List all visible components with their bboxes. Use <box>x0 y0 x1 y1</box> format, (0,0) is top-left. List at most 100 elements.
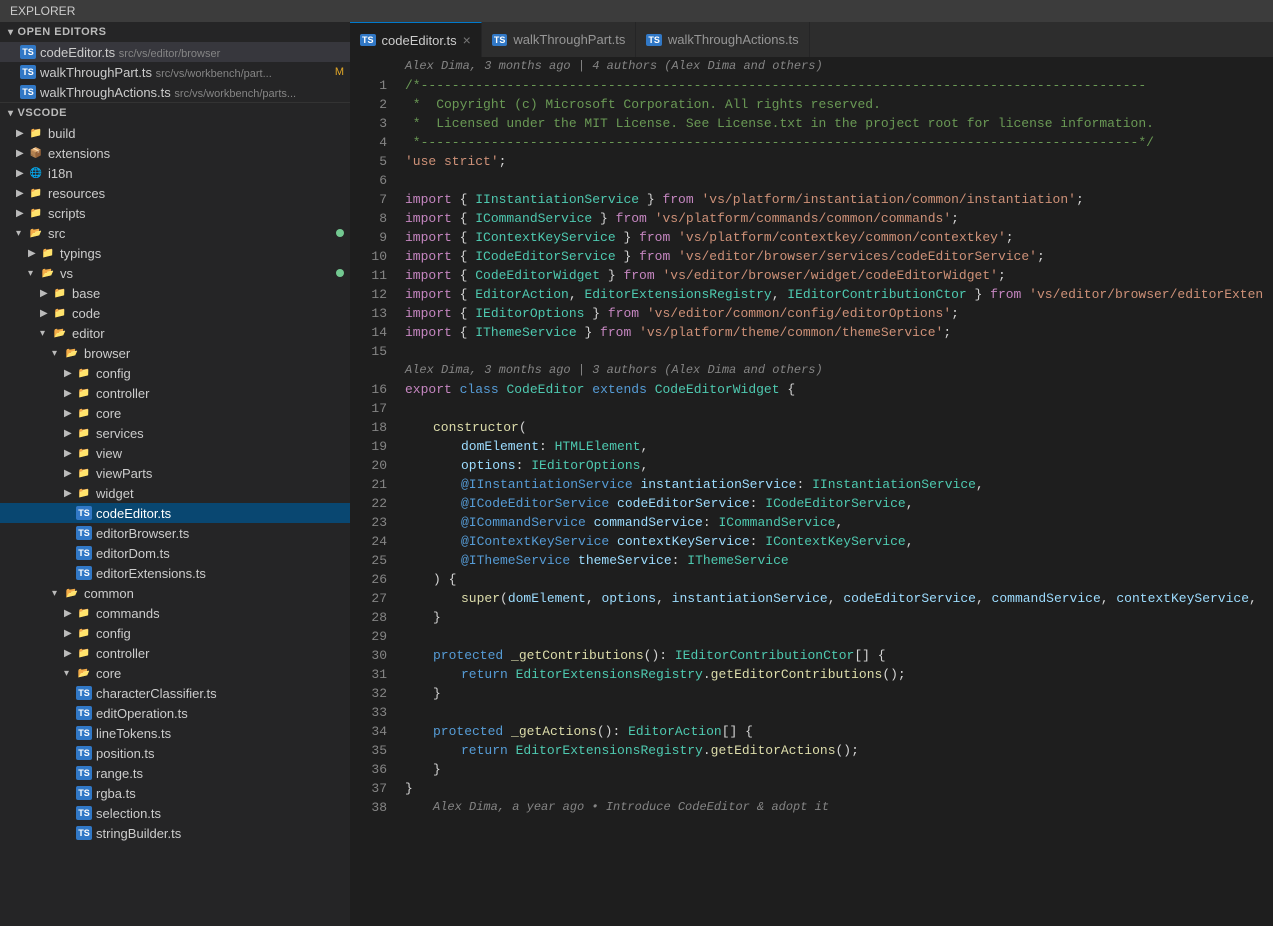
folder-browser[interactable]: ▾ 📂 browser <box>0 343 350 363</box>
folder-controller-common[interactable]: ▶ 📁 controller <box>0 643 350 663</box>
code-line-6 <box>405 171 1273 190</box>
chevron-icon: ▾ <box>52 588 64 599</box>
ts-file-icon: TS <box>76 765 92 781</box>
ts-file-icon: TS <box>20 64 36 80</box>
code-line-18: constructor( <box>405 418 1273 437</box>
chevron-icon: ▶ <box>64 648 76 659</box>
chevron-icon: ▾ <box>16 228 28 239</box>
file-characterClassifier[interactable]: TS characterClassifier.ts <box>0 683 350 703</box>
code-line-33 <box>405 703 1273 722</box>
file-editorDom[interactable]: TS editorDom.ts <box>0 543 350 563</box>
ts-file-icon: TS <box>76 805 92 821</box>
code-line-8: import { ICommandService } from 'vs/plat… <box>405 209 1273 228</box>
file-editorBrowser[interactable]: TS editorBrowser.ts <box>0 523 350 543</box>
folder-icon: 📂 <box>52 325 68 341</box>
folder-icon: 📁 <box>76 425 92 441</box>
file-position[interactable]: TS position.ts <box>0 743 350 763</box>
chevron-icon: ▶ <box>64 368 76 379</box>
folder-editor[interactable]: ▾ 📂 editor <box>0 323 350 343</box>
open-editor-walkThroughActions[interactable]: TS walkThroughActions.ts src/vs/workbenc… <box>0 82 350 102</box>
folder-code[interactable]: ▶ 📁 code <box>0 303 350 323</box>
folder-controller[interactable]: ▶ 📁 controller <box>0 383 350 403</box>
chevron-icon: ▶ <box>40 288 52 299</box>
folder-typings[interactable]: ▶ 📁 typings <box>0 243 350 263</box>
ts-icon: TS <box>360 34 376 46</box>
chevron-icon: ▶ <box>64 468 76 479</box>
folder-extensions[interactable]: ▶ 📦 extensions <box>0 143 350 163</box>
code-line-29 <box>405 627 1273 646</box>
code-line-32: } <box>405 684 1273 703</box>
ts-file-icon: TS <box>76 825 92 841</box>
folder-viewParts[interactable]: ▶ 📁 viewParts <box>0 463 350 483</box>
ts-file-icon: TS <box>76 685 92 701</box>
folder-widget[interactable]: ▶ 📁 widget <box>0 483 350 503</box>
code-line-28: } <box>405 608 1273 627</box>
tab-codeEditor[interactable]: TS codeEditor.ts × <box>350 22 482 57</box>
folder-commands[interactable]: ▶ 📁 commands <box>0 603 350 623</box>
folder-core-common[interactable]: ▾ 📂 core <box>0 663 350 683</box>
folder-icon: 📁 <box>76 485 92 501</box>
open-editors-header[interactable]: ▾ OPEN EDITORS <box>0 22 350 42</box>
folder-base[interactable]: ▶ 📁 base <box>0 283 350 303</box>
code-line-2: * Copyright (c) Microsoft Corporation. A… <box>405 95 1273 114</box>
tab-label: walkThroughPart.ts <box>513 32 625 47</box>
tab-walkThroughPart[interactable]: TS walkThroughPart.ts <box>482 22 637 57</box>
folder-build[interactable]: ▶ 📁 build <box>0 123 350 143</box>
code-line-22: @ICodeEditorService codeEditorService: I… <box>405 494 1273 513</box>
file-codeEditor[interactable]: TS codeEditor.ts <box>0 503 350 523</box>
vscode-header[interactable]: ▾ VSCODE <box>0 103 350 123</box>
code-line-38: Alex Dima, a year ago • Introduce CodeEd… <box>405 798 1273 817</box>
editor-area: TS codeEditor.ts × TS walkThroughPart.ts… <box>350 22 1273 926</box>
folder-config[interactable]: ▶ 📁 config <box>0 363 350 383</box>
open-editor-codeEditor[interactable]: TS codeEditor.ts src/vs/editor/browser <box>0 42 350 62</box>
chevron-icon: ▾ <box>64 668 76 679</box>
folder-view[interactable]: ▶ 📁 view <box>0 443 350 463</box>
tab-walkThroughActions[interactable]: TS walkThroughActions.ts <box>636 22 809 57</box>
inline-blame: Alex Dima, a year ago • Introduce CodeEd… <box>433 798 829 817</box>
folder-vs[interactable]: ▾ 📂 vs <box>0 263 350 283</box>
chevron-icon: ▶ <box>64 388 76 399</box>
code-line-13: import { IEditorOptions } from 'vs/edito… <box>405 304 1273 323</box>
folder-icon: 📁 <box>76 365 92 381</box>
folder-src[interactable]: ▾ 📂 src <box>0 223 350 243</box>
folder-resources[interactable]: ▶ 📁 resources <box>0 183 350 203</box>
folder-scripts[interactable]: ▶ 📁 scripts <box>0 203 350 223</box>
folder-icon: 📁 <box>40 245 56 261</box>
ts-icon: TS <box>646 34 662 46</box>
chevron-icon: ▶ <box>28 248 40 259</box>
close-tab-button[interactable]: × <box>463 33 471 47</box>
tabs-bar: TS codeEditor.ts × TS walkThroughPart.ts… <box>350 22 1273 57</box>
code-line-24: @IContextKeyService contextKeyService: I… <box>405 532 1273 551</box>
code-line-12: import { EditorAction, EditorExtensionsR… <box>405 285 1273 304</box>
folder-icon: 📁 <box>76 625 92 641</box>
open-editors-section: ▾ OPEN EDITORS TS codeEditor.ts src/vs/e… <box>0 22 350 103</box>
folder-icon: 📁 <box>76 405 92 421</box>
folder-i18n[interactable]: ▶ 🌐 i18n <box>0 163 350 183</box>
chevron-icon: ▾ <box>40 328 52 339</box>
code-line-26: ) { <box>405 570 1273 589</box>
chevron-icon: ▾ <box>28 268 40 279</box>
chevron-icon: ▶ <box>64 608 76 619</box>
file-editOperation[interactable]: TS editOperation.ts <box>0 703 350 723</box>
code-line-10: import { ICodeEditorService } from 'vs/e… <box>405 247 1273 266</box>
editor-content: · 1 2 3 4 5 6 7 8 9 10 11 12 13 14 15 · … <box>350 57 1273 926</box>
folder-config-common[interactable]: ▶ 📁 config <box>0 623 350 643</box>
file-lineTokens[interactable]: TS lineTokens.ts <box>0 723 350 743</box>
folder-common[interactable]: ▾ 📂 common <box>0 583 350 603</box>
title-bar: EXPLORER <box>0 0 1273 22</box>
folder-core-browser[interactable]: ▶ 📁 core <box>0 403 350 423</box>
file-selection[interactable]: TS selection.ts <box>0 803 350 823</box>
git-modified-dot <box>336 229 344 237</box>
open-editor-walkThroughPart[interactable]: TS walkThroughPart.ts src/vs/workbench/p… <box>0 62 350 82</box>
folder-icon: 📁 <box>28 185 44 201</box>
code-line-19: domElement: HTMLElement, <box>405 437 1273 456</box>
code-line-25: @IThemeService themeService: IThemeServi… <box>405 551 1273 570</box>
code-content[interactable]: Alex Dima, 3 months ago | 4 authors (Ale… <box>395 57 1273 926</box>
file-stringBuilder[interactable]: TS stringBuilder.ts <box>0 823 350 843</box>
file-rgba[interactable]: TS rgba.ts <box>0 783 350 803</box>
ts-file-icon: TS <box>76 705 92 721</box>
folder-services[interactable]: ▶ 📁 services <box>0 423 350 443</box>
file-editorExtensions[interactable]: TS editorExtensions.ts <box>0 563 350 583</box>
file-range[interactable]: TS range.ts <box>0 763 350 783</box>
folder-icon: 📂 <box>28 225 44 241</box>
